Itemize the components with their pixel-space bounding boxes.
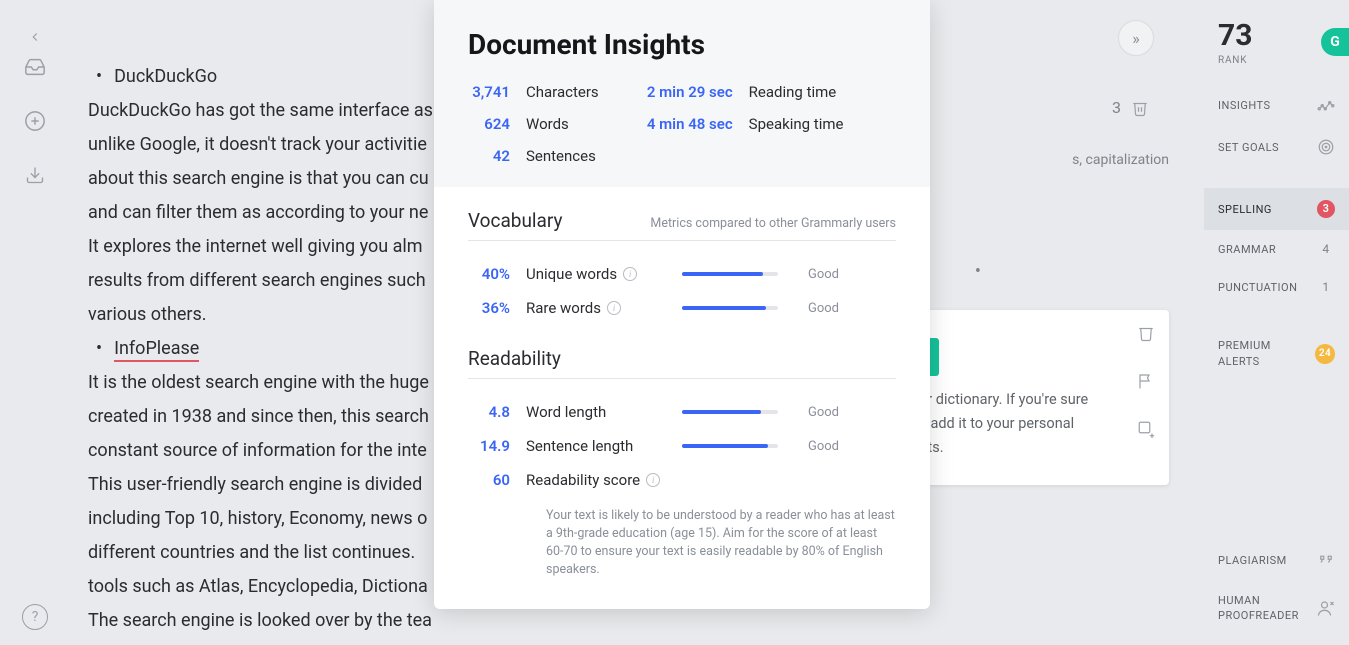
stat-value: 624: [468, 115, 510, 133]
stat-label: Sentences: [526, 147, 596, 165]
info-icon[interactable]: i: [623, 267, 637, 281]
metric-rating: Good: [808, 405, 839, 420]
metric-label: Unique words: [526, 265, 617, 283]
info-icon[interactable]: i: [607, 301, 621, 315]
metric-value: 4.8: [468, 403, 510, 421]
metric-unique-words: 40% Unique words i Good: [468, 257, 896, 291]
metric-rating: Good: [808, 439, 839, 454]
stat-label: Words: [526, 115, 569, 133]
metric-value: 40%: [468, 265, 510, 283]
metric-rare-words: 36% Rare words i Good: [468, 291, 896, 325]
stat-value: 3,741: [468, 83, 510, 101]
metric-value: 60: [468, 471, 510, 489]
metric-rating: Good: [808, 267, 839, 282]
stat-label: Characters: [526, 83, 599, 101]
stat-value: 2 min 29 sec: [639, 83, 733, 101]
stat-value: 4 min 48 sec: [639, 115, 733, 133]
metric-label: Sentence length: [526, 437, 633, 455]
metric-value: 36%: [468, 299, 510, 317]
metric-rating: Good: [808, 301, 839, 316]
modal-title: Document Insights: [468, 28, 896, 61]
progress-bar: [682, 410, 778, 414]
document-insights-modal: Document Insights 3,741 Characters 624 Wor…: [434, 0, 930, 609]
stat-value: 42: [468, 147, 510, 165]
metric-readability-score: 60 Readability score i: [468, 463, 896, 497]
stat-label: Speaking time: [749, 115, 844, 133]
info-icon[interactable]: i: [646, 473, 660, 487]
stat-label: Reading time: [749, 83, 837, 101]
section-title: Vocabulary: [468, 209, 562, 232]
metric-sentence-length: 14.9 Sentence length Good: [468, 429, 896, 463]
metric-label: Word length: [526, 403, 606, 421]
progress-bar: [682, 272, 778, 276]
metric-label: Rare words: [526, 299, 601, 317]
section-subtitle: Metrics compared to other Grammarly user…: [650, 216, 896, 231]
metric-label: Readability score: [526, 471, 640, 489]
section-title: Readability: [468, 347, 561, 370]
metric-value: 14.9: [468, 437, 510, 455]
progress-bar: [682, 306, 778, 310]
progress-bar: [682, 444, 778, 448]
readability-note: Your text is likely to be understood by …: [546, 507, 896, 579]
metric-word-length: 4.8 Word length Good: [468, 395, 896, 429]
